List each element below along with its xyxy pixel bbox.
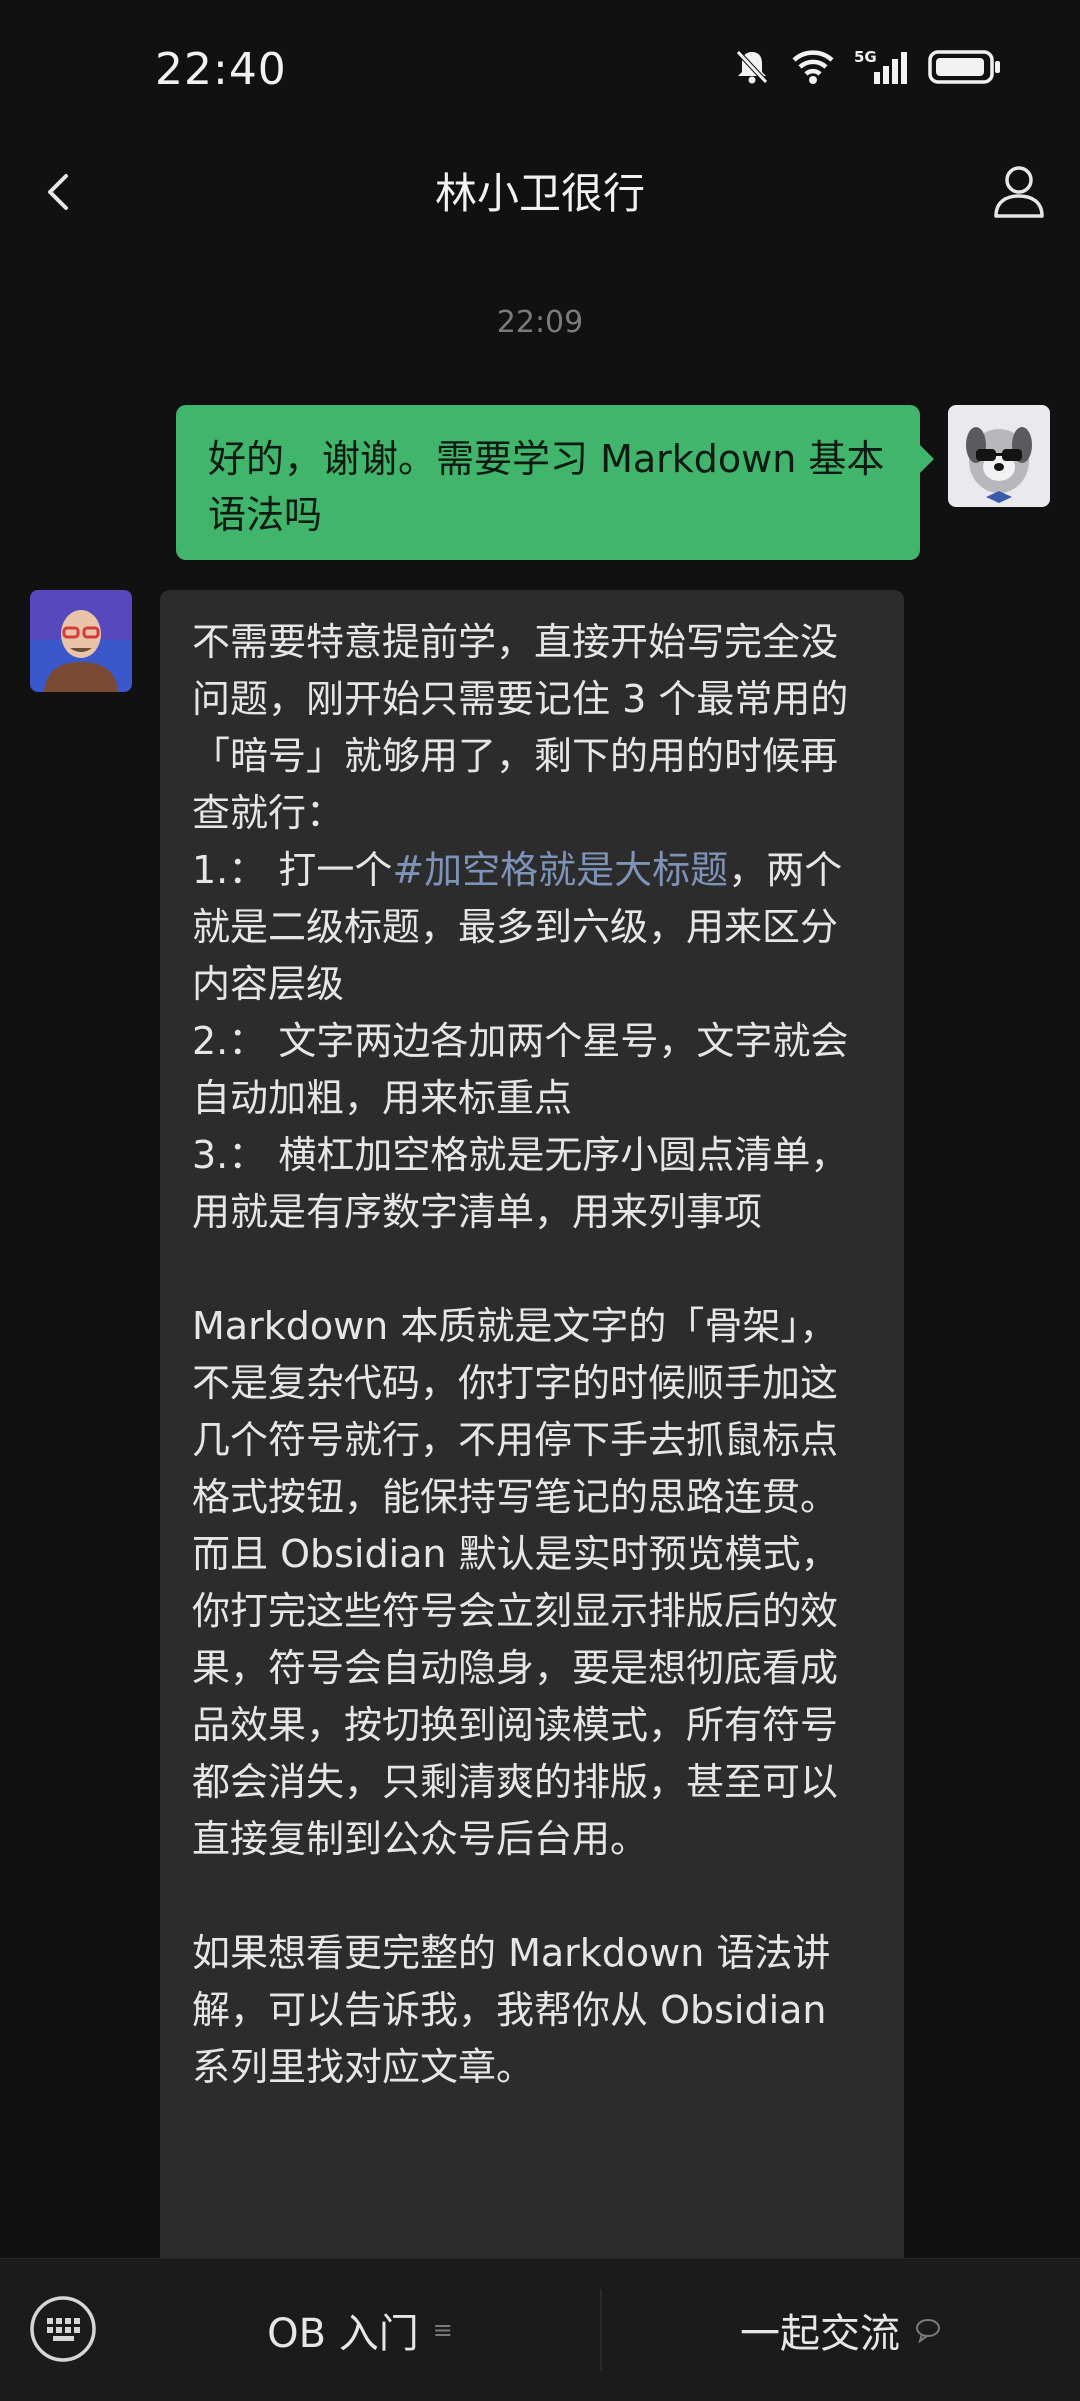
menu-discuss-button[interactable]: 一起交流 — [602, 2259, 1080, 2401]
wifi-icon — [792, 50, 834, 84]
my-avatar[interactable] — [948, 405, 1050, 507]
menu-ob-intro-button[interactable]: OB 入门 ≡ — [120, 2259, 600, 2401]
reply-paragraph-2: Markdown 本质就是文字的「骨架」，不是复杂代码，你打字的时候顺手加这几个… — [192, 1304, 839, 1861]
chat-bubble-icon — [916, 2319, 940, 2344]
profile-button[interactable] — [986, 158, 1052, 224]
reply-item-3: 3.： 横杠加空格就是无序小圆点清单，用就是有序数字清单，用来列事项 — [192, 1133, 849, 1234]
status-icons: 5G — [732, 46, 1002, 86]
person-icon — [994, 166, 1044, 218]
chat-title: 林小卫很行 — [434, 169, 645, 218]
sent-message-text: 好的，谢谢。需要学习 Markdown 基本语法吗 — [208, 437, 885, 537]
5g-signal-icon: 5G — [854, 48, 907, 84]
keyboard-icon — [30, 2296, 96, 2362]
status-time: 22:40 — [155, 44, 287, 95]
status-bar: 22:40 5G — [0, 0, 1080, 140]
sent-message-bubble[interactable]: 好的，谢谢。需要学习 Markdown 基本语法吗 — [176, 405, 934, 560]
reply-item-1: 1.： 打一个#加空格就是大标题，两个就是二级标题，最多到六级，用来区分内容层级 — [192, 842, 872, 1013]
reply-paragraph-3: 如果想看更完整的 Markdown 语法讲解，可以告诉我，我帮你从 Obsidi… — [192, 1931, 831, 2089]
bottom-menu-bar: OB 入门 ≡ 一起交流 — [0, 2258, 1080, 2401]
chat-header: 林小卫很行 — [0, 140, 1080, 240]
reply-item-1-prefix: 1.： 打一个 — [192, 848, 393, 892]
heading-syntax-link[interactable]: #加空格就是大标题 — [392, 848, 728, 892]
contact-avatar[interactable] — [30, 590, 132, 692]
message-timestamp: 22:09 — [496, 305, 584, 340]
reply-intro: 不需要特意提前学，直接开始写完全没问题，刚开始只需要记住 3 个最常用的「暗号」… — [192, 620, 849, 835]
menu-ob-intro-label: OB 入门 — [267, 2311, 419, 2357]
battery-icon — [928, 50, 1000, 84]
dog-avatar-icon — [948, 405, 1050, 507]
mute-bell-icon — [736, 50, 768, 84]
person-portrait-icon — [30, 590, 132, 692]
keyboard-toggle-button[interactable] — [28, 2294, 98, 2364]
reply-item-2: 2.： 文字两边各加两个星号，文字就会自动加粗，用来标重点 — [192, 1019, 849, 1120]
network-label: 5G — [854, 48, 877, 66]
menu-list-icon: ≡ — [432, 2316, 453, 2344]
received-message-bubble[interactable]: 不需要特意提前学，直接开始写完全没问题，刚开始只需要记住 3 个最常用的「暗号」… — [160, 590, 904, 2260]
menu-discuss-label: 一起交流 — [740, 2311, 900, 2357]
